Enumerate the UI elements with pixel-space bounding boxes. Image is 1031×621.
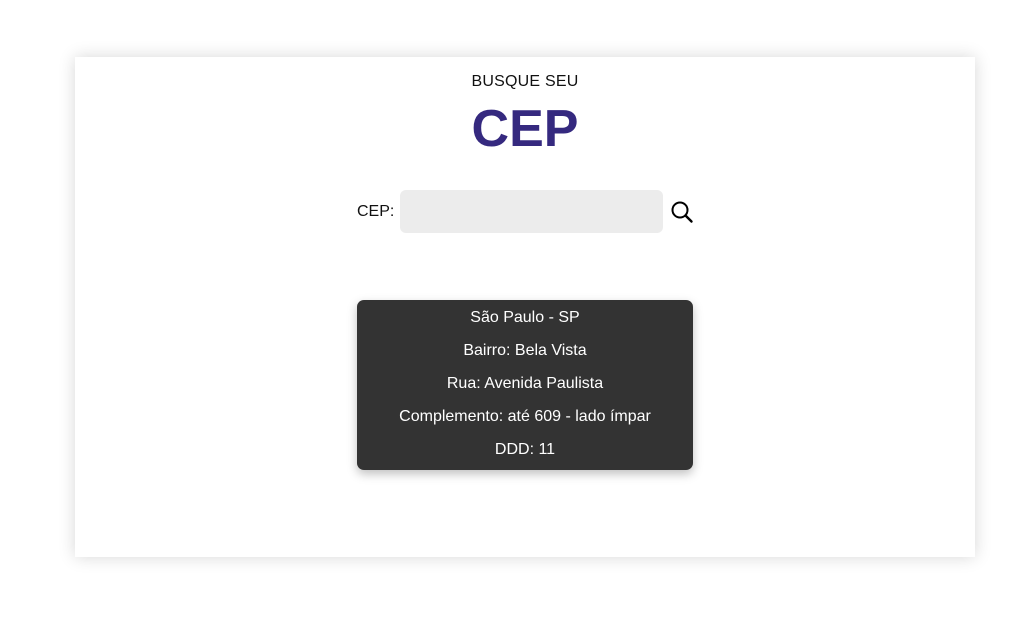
result-bairro: Bairro: Bela Vista: [463, 342, 587, 359]
search-button[interactable]: [669, 199, 695, 225]
search-row: CEP:: [357, 190, 695, 233]
result-rua: Rua: Avenida Paulista: [446, 375, 604, 392]
page-subtitle: BUSQUE SEU: [471, 73, 579, 90]
result-city-state: São Paulo - SP: [470, 309, 580, 326]
page-title: CEP: [471, 100, 579, 158]
main-card: BUSQUE SEU CEP CEP: São Paulo - SP Bairr…: [75, 57, 975, 557]
search-icon: [671, 201, 694, 223]
cep-label: CEP:: [357, 202, 395, 220]
result-ddd: DDD: 11: [494, 441, 556, 458]
result-panel: São Paulo - SP Bairro: Bela Vista Rua: A…: [357, 300, 693, 470]
cep-input[interactable]: [400, 190, 664, 233]
result-complemento: Complemento: até 609 - lado ímpar: [399, 408, 651, 425]
